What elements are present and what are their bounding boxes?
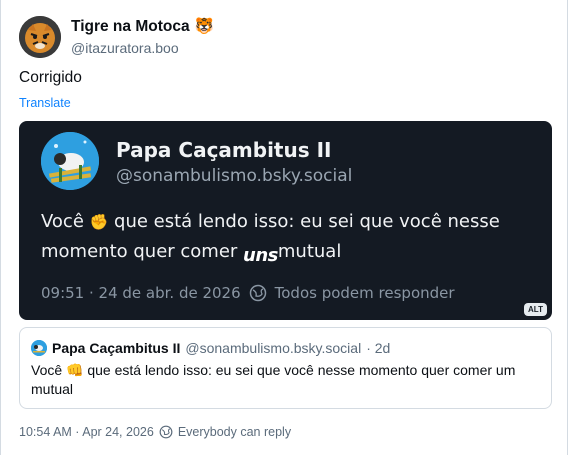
author-handle[interactable]: @itazuratora.boo	[71, 38, 214, 58]
image-avatar	[41, 132, 99, 190]
author-name-text: Tigre na Motoca	[71, 17, 190, 35]
embedded-image[interactable]: Papa Caçambitus II @sonambulismo.bsky.so…	[19, 121, 552, 320]
author-avatar[interactable]	[19, 16, 61, 58]
quote-age: · 2d	[366, 340, 391, 356]
globe-icon	[159, 425, 173, 439]
tiger-emoji-icon: 🐯	[194, 17, 214, 35]
image-post-meta: 09:51 · 24 de abr. de 2026 Todos podem r…	[41, 284, 455, 302]
image-text-overlay: uns	[243, 245, 278, 266]
quote-header: Papa Caçambitus II @sonambulismo.bsky.so…	[31, 340, 390, 356]
image-author-handle: @sonambulismo.bsky.social	[116, 166, 353, 186]
image-post-text: Você ✊ que está lendo isso: eu sei que v…	[41, 207, 511, 266]
author-display-name[interactable]: Tigre na Motoca 🐯	[71, 17, 214, 37]
image-text-part3: mutual	[277, 241, 342, 262]
post-footer: 10:54 AM · Apr 24, 2026 Everybody can re…	[19, 425, 291, 439]
image-author-name: Papa Caçambitus II	[116, 138, 332, 162]
image-text-part1: Você	[41, 211, 90, 232]
alt-badge[interactable]: ALT	[524, 303, 547, 316]
post-author[interactable]: Tigre na Motoca 🐯 @itazuratora.boo	[19, 16, 214, 58]
fist-emoji-icon: ✊	[89, 213, 109, 231]
image-reply-setting: Todos podem responder	[274, 284, 455, 302]
reply-setting[interactable]: Everybody can reply	[178, 425, 291, 439]
translate-link[interactable]: Translate	[19, 96, 71, 110]
quote-author-handle[interactable]: @sonambulismo.bsky.social	[185, 340, 361, 356]
post-timestamp[interactable]: 10:54 AM · Apr 24, 2026	[19, 425, 154, 439]
image-timestamp: 09:51 · 24 de abr. de 2026	[41, 284, 241, 302]
quote-text: Você 👊 que está lendo isso: eu sei que v…	[31, 362, 516, 397]
quote-avatar	[31, 340, 47, 356]
quoted-post[interactable]: Papa Caçambitus II @sonambulismo.bsky.so…	[19, 327, 552, 409]
post-text: Corrigido	[19, 69, 82, 86]
globe-icon	[249, 284, 266, 302]
quote-author-name[interactable]: Papa Caçambitus II	[52, 340, 180, 356]
